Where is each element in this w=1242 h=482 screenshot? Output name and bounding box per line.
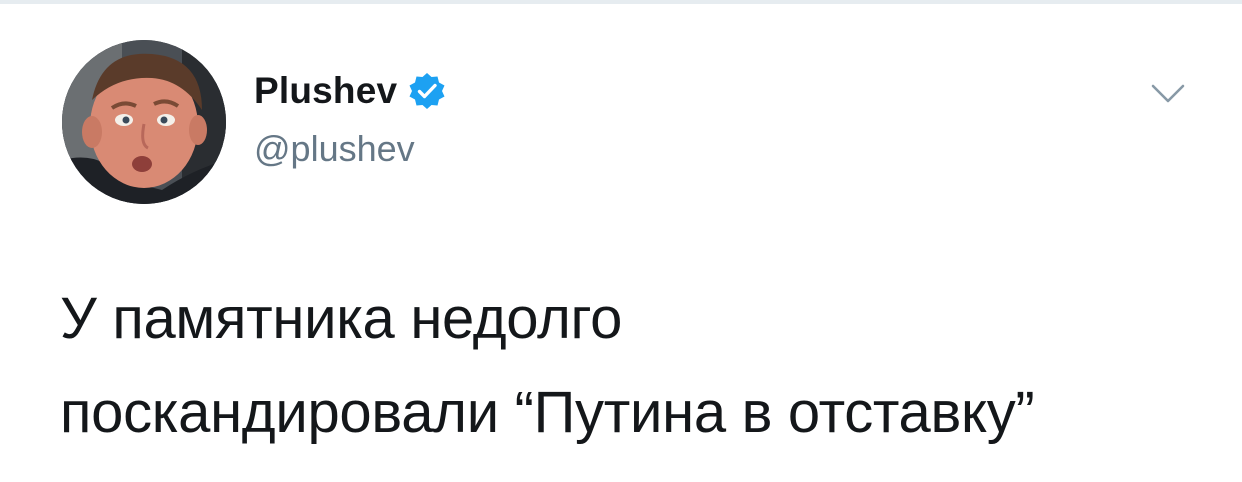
- top-divider: [0, 0, 1242, 4]
- avatar-photo: [62, 40, 226, 204]
- tweet-text-line: У памятника недолго: [60, 286, 623, 351]
- verified-badge-icon: [407, 71, 447, 111]
- author-display-name[interactable]: Plushev: [254, 70, 397, 112]
- chevron-down-icon[interactable]: [1150, 82, 1186, 106]
- author-handle[interactable]: @plushev: [254, 128, 415, 170]
- tweet-text-line: поскандировали “Путина в отставку”: [60, 380, 1035, 445]
- author-name-row[interactable]: Plushev: [254, 68, 447, 114]
- tweet-text: У памятника недолго поскандировали “Пути…: [60, 272, 1200, 460]
- author-avatar[interactable]: [62, 40, 226, 204]
